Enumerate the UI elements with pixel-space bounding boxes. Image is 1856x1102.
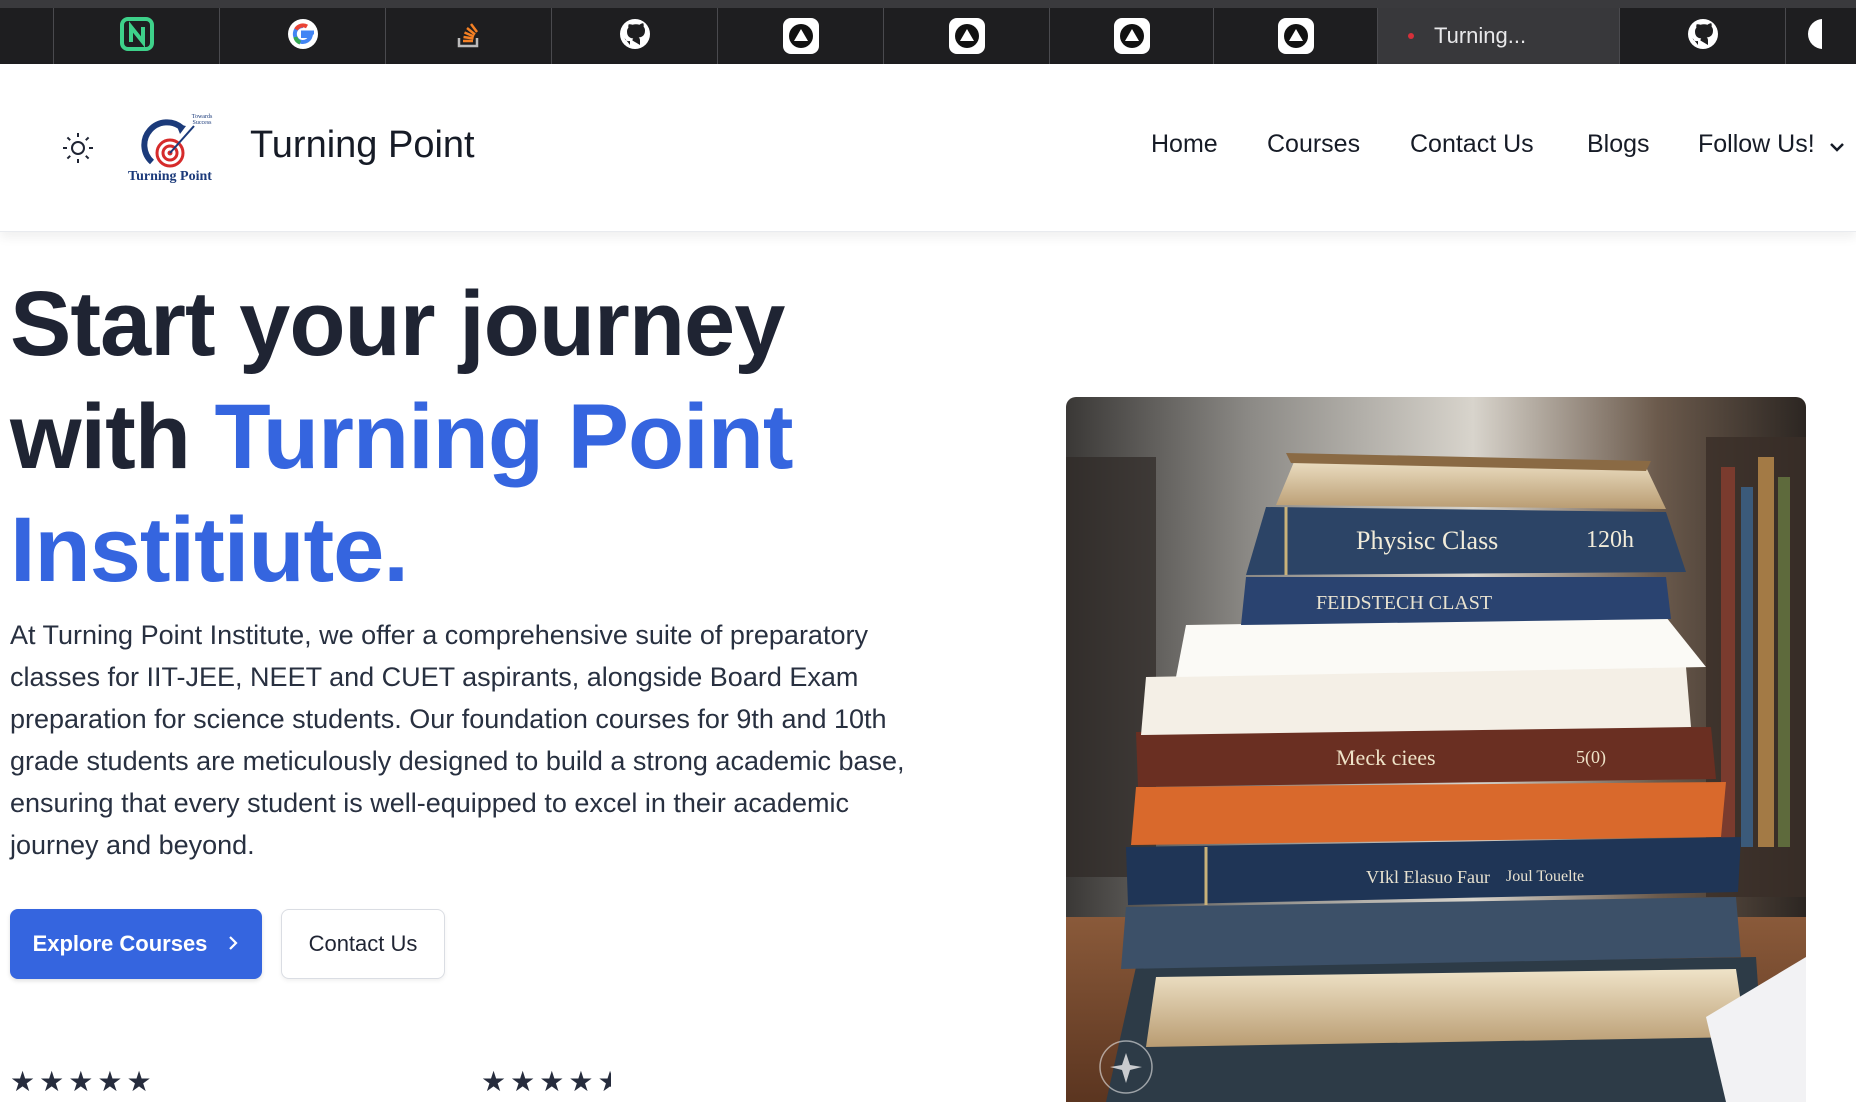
nav-follow-us[interactable]: Follow Us!	[1698, 130, 1815, 159]
google-icon	[286, 17, 320, 56]
book-label: VIkl Elasuo Faur	[1366, 867, 1490, 887]
tab-google[interactable]	[220, 8, 386, 64]
nav-contact-us[interactable]: Contact Us	[1410, 130, 1534, 159]
book-label: FEIDSTECH CLAST	[1316, 592, 1492, 614]
star-icon: ★	[481, 1066, 507, 1097]
hero-title: Start your journey with Turning Point In…	[10, 268, 910, 607]
explore-courses-label: Explore Courses	[32, 931, 208, 956]
tab-github-2[interactable]	[1620, 8, 1786, 64]
star-icon: ★	[126, 1066, 152, 1097]
star-icon: ★	[568, 1066, 594, 1097]
book-label: Joul Touelte	[1506, 868, 1584, 885]
rating-stars-1: ★ ★ ★ ★ ★	[10, 1068, 152, 1096]
nav-blogs[interactable]: Blogs	[1587, 130, 1650, 159]
hero-title-accent-1: Turning Point	[214, 386, 794, 488]
book-label: Physisc Class	[1356, 526, 1498, 555]
logo[interactable]: Towards Success Turning Point	[120, 108, 220, 186]
notion-like-icon	[119, 16, 154, 56]
star-icon: ★	[510, 1066, 536, 1097]
explore-courses-button[interactable]: Explore Courses	[10, 909, 262, 979]
tab-title: Turning...	[1434, 23, 1527, 48]
github-icon	[1686, 17, 1720, 56]
tab-turning-point-active[interactable]: Turning...	[1378, 8, 1620, 64]
triangle-app-icon	[1277, 18, 1314, 54]
star-half-icon: ★	[597, 1068, 612, 1096]
logo-tagline-bottom: Success	[193, 120, 213, 126]
book-label: 120h	[1586, 527, 1634, 553]
triangle-app-icon	[782, 18, 819, 54]
contact-us-button[interactable]: Contact Us	[281, 909, 445, 979]
triangle-app-icon	[948, 18, 985, 54]
tab-app-4[interactable]	[1214, 8, 1378, 64]
tab-notion[interactable]	[54, 8, 220, 64]
turning-point-favicon	[1408, 33, 1414, 39]
rating-stars-2: ★ ★ ★ ★ ★	[481, 1068, 611, 1096]
tab-github-3[interactable]	[1786, 8, 1822, 64]
nav-courses[interactable]: Courses	[1267, 130, 1360, 159]
hero-title-line1: Start your journey	[10, 273, 785, 375]
hero-title-with: with	[10, 386, 215, 488]
star-icon: ★	[39, 1066, 65, 1097]
tab-edge[interactable]	[0, 8, 54, 64]
hero-title-accent-2: Institiute.	[10, 499, 409, 601]
chevron-right-icon	[227, 931, 239, 957]
sun-icon[interactable]	[60, 130, 96, 166]
site-header: Towards Success Turning Point Turning Po…	[0, 64, 1856, 232]
github-icon	[618, 17, 652, 56]
tab-app-3[interactable]	[1050, 8, 1214, 64]
browser-tab-strip: Turning...	[0, 0, 1856, 64]
tab-github[interactable]	[552, 8, 718, 64]
brand-name[interactable]: Turning Point	[250, 124, 475, 167]
star-icon: ★	[10, 1066, 36, 1097]
star-icon: ★	[68, 1066, 94, 1097]
tab-app-1[interactable]	[718, 8, 884, 64]
tab-app-2[interactable]	[884, 8, 1050, 64]
chevron-down-icon[interactable]	[1828, 140, 1846, 154]
tab-stackoverflow[interactable]	[386, 8, 552, 64]
logo-text: Turning Point	[128, 169, 212, 184]
star-icon: ★	[539, 1066, 565, 1097]
github-icon	[1806, 17, 1822, 56]
hero-description: At Turning Point Institute, we offer a c…	[10, 620, 905, 860]
hero-image-books: VIkl Elasuo Faur Joul Touelte Meck ciees…	[1066, 397, 1806, 1102]
book-label: Meck ciees	[1336, 745, 1436, 770]
nav-home[interactable]: Home	[1151, 130, 1218, 159]
book-label: 5(0)	[1576, 747, 1606, 768]
triangle-app-icon	[1113, 18, 1150, 54]
stackoverflow-icon	[455, 19, 483, 54]
star-icon: ★	[97, 1066, 123, 1097]
